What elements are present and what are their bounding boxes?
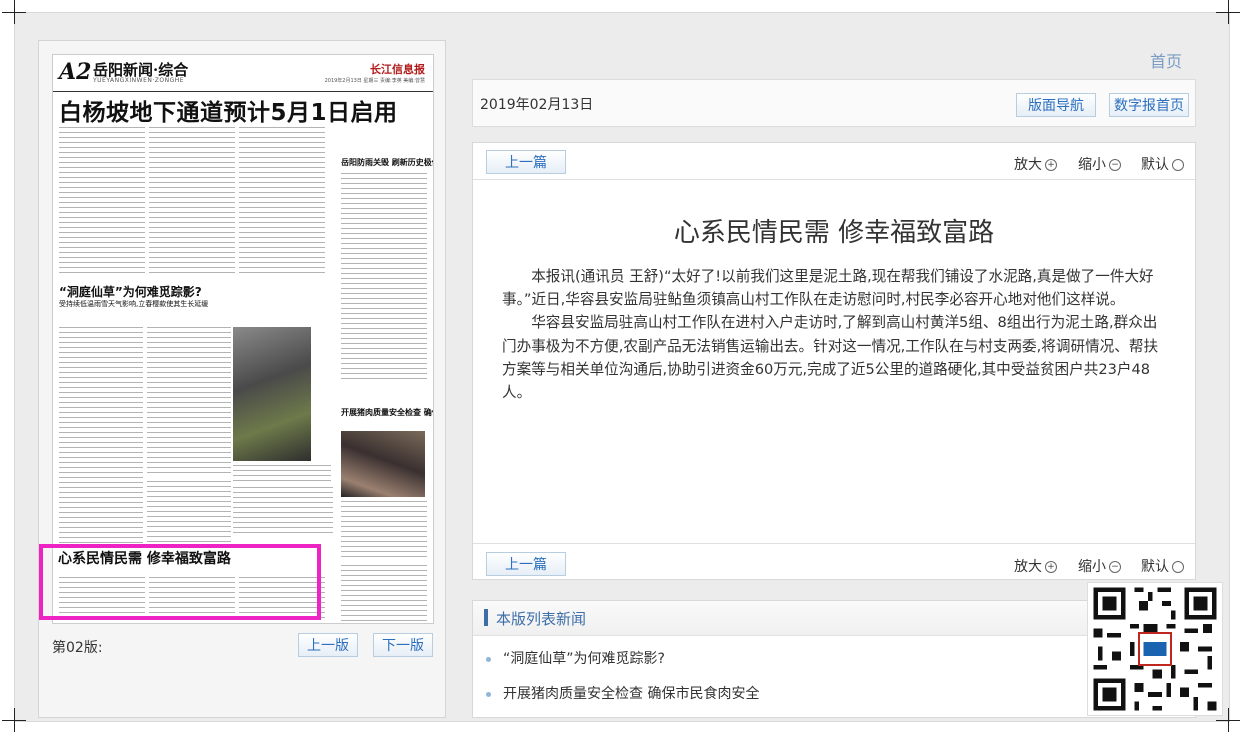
text-column [239,127,325,277]
circle-icon [1172,159,1184,171]
text-column [233,487,333,537]
text-column [341,501,427,561]
page-number: A2 [59,59,92,85]
news-photo[interactable] [341,431,425,497]
prev-article-button[interactable]: 上一篇 [486,150,566,174]
photo-caption [233,465,331,483]
default-size-label: 默认 [1141,157,1169,173]
zoom-in-label: 放大 [1014,157,1042,173]
circle-icon [1172,561,1184,573]
zoom-in-button[interactable]: 放大 + [1014,154,1057,174]
side-headline[interactable]: 开展猪肉质量安全检查 确保市民食肉安全 [341,407,433,418]
default-size-button[interactable]: 默认 [1141,154,1184,174]
text-column [59,127,145,277]
default-size-label: 默认 [1141,559,1169,575]
paper-brand: 长江信息报 [370,63,425,76]
minus-circle-icon: − [1109,159,1121,171]
qr-code [1087,582,1223,716]
paper-meta: 2019年2月13日 星期三 责编:李英 美编:曾慧 [324,78,425,84]
text-column [341,173,427,379]
article-paragraph: 华容县安监局驻高山村工作队在进村入户走访时,了解到高山村黄洋5组、8组出行为泥土… [502,314,1159,402]
crop-mark [1228,708,1229,732]
plus-circle-icon: + [1045,561,1057,573]
crop-mark [14,0,15,24]
list-item[interactable]: 开展猪肉质量安全检查 确保市民食肉安全 [486,683,759,703]
prev-edition-button[interactable]: 上一版 [298,633,358,657]
home-link[interactable]: 首页 [1150,48,1182,72]
story-deck: 受持续低温雨雪天气影响,立春樱款使其生长延缓 [59,300,209,308]
story-headline[interactable]: “洞庭仙草”为何难觅踪影? [59,283,202,300]
list-item[interactable]: “洞庭仙草”为何难觅踪影? [486,648,665,668]
section-en: YUEYANGXINWEN·ZONGHE [93,77,185,84]
text-column [59,327,143,543]
prev-article-button-bottom[interactable]: 上一篇 [486,552,566,576]
selected-article-title[interactable]: 心系民情民需 修幸福致富路 [58,548,231,568]
next-edition-button[interactable]: 下一版 [373,633,433,657]
text-column [147,481,231,549]
list-item-label: 开展猪肉质量安全检查 确保市民食肉安全 [503,686,760,702]
article-paragraph: 本报讯(通讯员 王舒)“太好了!以前我们这里是泥土路,现在帮我们铺设了水泥路,真… [502,268,1154,309]
plus-circle-icon: + [1045,159,1057,171]
list-header-bar [484,609,488,626]
text-column [341,565,427,621]
zoom-out-button-bottom[interactable]: 缩小 − [1078,556,1121,576]
zoom-in-label: 放大 [1014,559,1042,575]
zoom-out-label: 缩小 [1078,559,1106,575]
masthead: A2 岳阳新闻·综合 YUEYANGXINWEN·ZONGHE 长江信息报 20… [53,55,433,92]
bullet-icon [486,656,491,662]
article-title: 心系民情民需 修幸福致富路 [673,218,995,248]
crop-mark [1228,0,1229,24]
text-column [149,127,235,277]
edition-label: 第02版: [52,640,103,656]
digital-home-button[interactable]: 数字报首页 [1109,93,1189,117]
list-item-label: “洞庭仙草”为何难觅踪影? [503,651,665,667]
news-photo[interactable] [233,327,311,461]
newspaper-page-image[interactable]: A2 岳阳新闻·综合 YUEYANGXINWEN·ZONGHE 长江信息报 20… [52,54,434,624]
list-heading: 本版列表新闻 [496,610,587,628]
zoom-out-label: 缩小 [1078,157,1106,173]
minus-circle-icon: − [1109,561,1121,573]
bullet-icon [486,691,491,697]
issue-date: 2019年02月13日 [480,97,594,113]
zoom-out-button[interactable]: 缩小 − [1078,154,1121,174]
layout-nav-button[interactable]: 版面导航 [1016,93,1096,117]
crop-mark [14,708,15,732]
page-headline[interactable]: 白杨坡地下通道预计5月1日启用 [59,93,398,127]
qr-code-icon [1089,583,1221,715]
default-size-button-bottom[interactable]: 默认 [1141,556,1184,576]
article-body: 本报讯(通讯员 王舒)“太好了!以前我们这里是泥土路,现在帮我们铺设了水泥路,真… [502,265,1170,404]
text-column [147,327,231,477]
zoom-in-button-bottom[interactable]: 放大 + [1014,556,1057,576]
side-headline[interactable]: 岳阳防雨关毁 刷新历史极值 [341,157,433,168]
